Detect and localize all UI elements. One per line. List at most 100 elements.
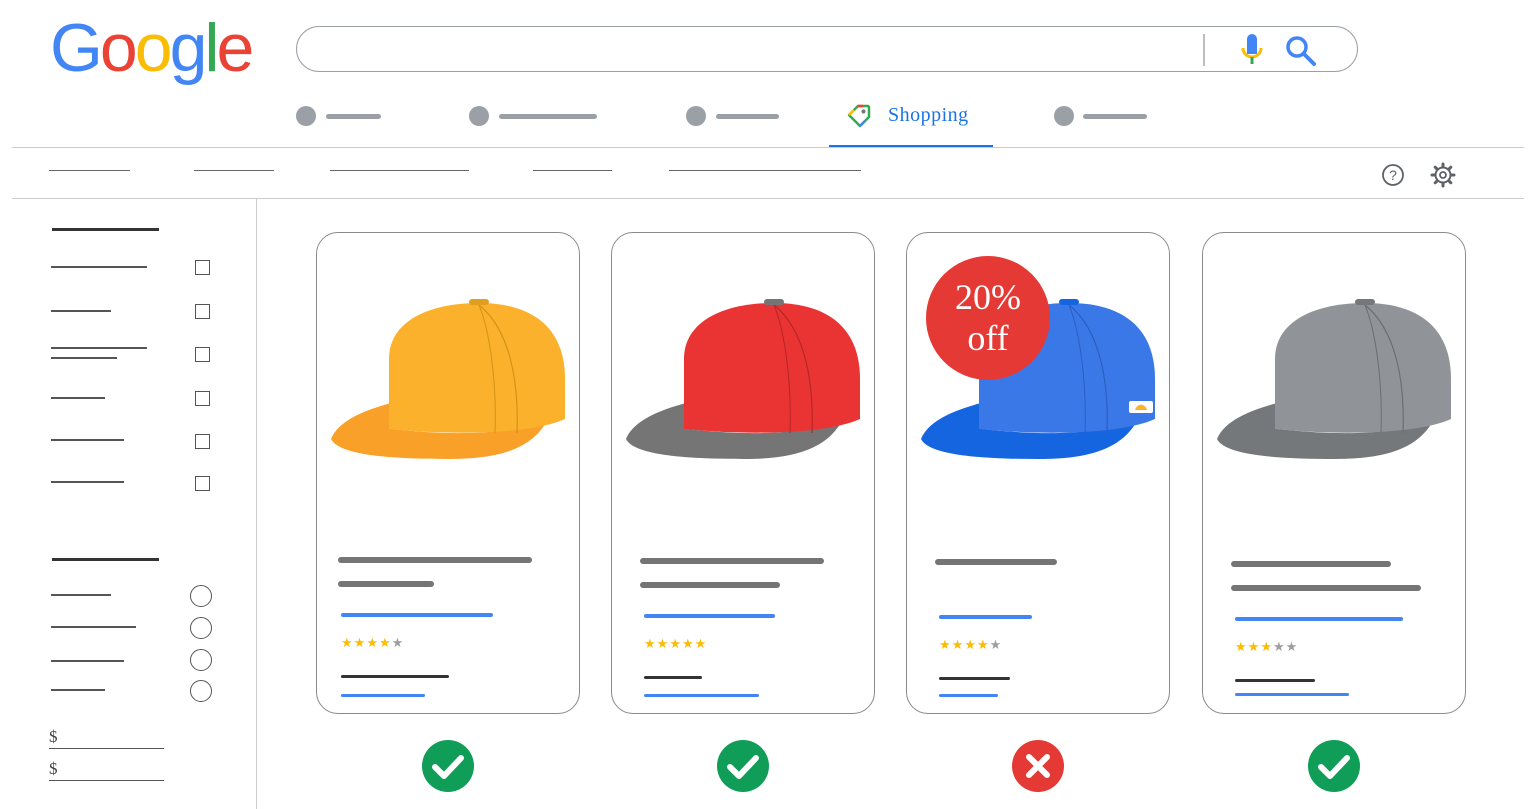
star-icon: ★ bbox=[378, 635, 392, 650]
product-title-line bbox=[935, 559, 1057, 565]
star-icon: ★ bbox=[644, 636, 657, 651]
tab-dot[interactable] bbox=[296, 106, 316, 126]
product-card[interactable]: ★★★★★ bbox=[611, 232, 875, 714]
tab-placeholder[interactable] bbox=[716, 114, 779, 119]
product-link-line[interactable] bbox=[644, 614, 775, 618]
star-icon: ★ bbox=[939, 637, 952, 652]
header-divider bbox=[12, 147, 1524, 148]
star-icon: ★ bbox=[694, 636, 708, 651]
star-icon: ★ bbox=[1285, 639, 1299, 654]
filter-radio[interactable] bbox=[190, 680, 212, 702]
cross-icon bbox=[1012, 740, 1064, 792]
mic-icon[interactable] bbox=[1238, 32, 1266, 68]
check-icon bbox=[717, 740, 769, 792]
filter-checkbox[interactable] bbox=[195, 434, 210, 449]
filter-radio[interactable] bbox=[190, 617, 212, 639]
price-line bbox=[644, 676, 702, 679]
google-logo[interactable]: Google bbox=[50, 14, 254, 82]
merchant-link-line[interactable] bbox=[644, 694, 759, 697]
filter-label bbox=[51, 397, 105, 399]
filter-group-heading bbox=[52, 228, 159, 231]
filter-label bbox=[51, 481, 124, 483]
star-icon: ★ bbox=[1247, 639, 1261, 654]
shopping-tag-icon bbox=[847, 104, 871, 128]
price-max-input[interactable] bbox=[49, 780, 164, 781]
rating-stars: ★★★★★ bbox=[939, 637, 1002, 653]
star-icon: ★ bbox=[964, 637, 977, 652]
star-icon: ★ bbox=[656, 636, 670, 651]
filter-group-heading bbox=[52, 558, 159, 561]
search-input[interactable] bbox=[296, 26, 1358, 72]
logo-letter: e bbox=[216, 10, 255, 86]
logo-letter: o bbox=[99, 10, 138, 86]
tab-placeholder[interactable] bbox=[499, 114, 597, 119]
cap-image bbox=[626, 299, 860, 459]
tab-placeholder[interactable] bbox=[326, 114, 381, 119]
filter-label bbox=[51, 347, 147, 349]
logo-letter: o bbox=[134, 10, 173, 86]
filter-chip[interactable] bbox=[49, 170, 130, 171]
product-card[interactable]: ★★★★★ bbox=[1202, 232, 1466, 714]
gear-icon[interactable] bbox=[1430, 162, 1456, 188]
price-line bbox=[341, 675, 449, 678]
filter-label bbox=[51, 594, 111, 596]
star-icon: ★ bbox=[1260, 639, 1273, 654]
price-min-input[interactable] bbox=[49, 748, 164, 749]
filter-label bbox=[51, 660, 124, 662]
merchant-link-line[interactable] bbox=[939, 694, 998, 697]
merchant-link-line[interactable] bbox=[341, 694, 425, 697]
filter-label bbox=[51, 439, 124, 441]
star-icon: ★ bbox=[341, 635, 354, 650]
price-line bbox=[939, 677, 1010, 680]
logo-letter: g bbox=[169, 10, 208, 86]
product-link-line[interactable] bbox=[341, 613, 493, 617]
search-divider bbox=[1203, 34, 1205, 66]
filter-checkbox[interactable] bbox=[195, 304, 210, 319]
star-icon: ★ bbox=[1272, 639, 1286, 654]
star-icon: ★ bbox=[366, 635, 379, 650]
star-icon: ★ bbox=[976, 637, 990, 652]
toolbar-divider bbox=[12, 198, 1524, 199]
product-title-line bbox=[1231, 585, 1421, 591]
svg-text:?: ? bbox=[1389, 167, 1397, 183]
tab-dot[interactable] bbox=[686, 106, 706, 126]
filter-checkbox[interactable] bbox=[195, 391, 210, 406]
product-card[interactable]: ★★★★★ bbox=[316, 232, 580, 714]
star-icon: ★ bbox=[353, 635, 367, 650]
logo-letter: G bbox=[50, 10, 103, 86]
filter-label bbox=[51, 310, 111, 312]
rating-stars: ★★★★★ bbox=[1235, 639, 1298, 655]
filter-checkbox[interactable] bbox=[195, 347, 210, 362]
discount-percent: 20% bbox=[955, 276, 1021, 317]
product-title-line bbox=[640, 582, 780, 588]
discount-off: off bbox=[967, 318, 1009, 358]
check-icon bbox=[422, 740, 474, 792]
tab-placeholder[interactable] bbox=[1083, 114, 1147, 119]
product-link-line[interactable] bbox=[939, 615, 1032, 619]
filter-radio[interactable] bbox=[190, 585, 212, 607]
help-icon[interactable]: ? bbox=[1380, 162, 1406, 188]
filter-radio[interactable] bbox=[190, 649, 212, 671]
filter-chip[interactable] bbox=[669, 170, 861, 171]
filter-chip[interactable] bbox=[330, 170, 469, 171]
sidebar-divider bbox=[256, 199, 257, 809]
tab-dot[interactable] bbox=[469, 106, 489, 126]
filter-chip[interactable] bbox=[194, 170, 274, 171]
product-link-line[interactable] bbox=[1235, 617, 1403, 621]
product-title-line bbox=[338, 581, 434, 587]
cap-image bbox=[331, 299, 565, 459]
filter-checkbox[interactable] bbox=[195, 260, 210, 275]
search-icon[interactable] bbox=[1284, 34, 1318, 68]
product-title-line bbox=[338, 557, 532, 563]
merchant-link-line[interactable] bbox=[1235, 693, 1349, 696]
product-title-line bbox=[640, 558, 824, 564]
rating-stars: ★★★★★ bbox=[341, 635, 404, 651]
price-max-symbol: $ bbox=[49, 759, 58, 778]
price-line bbox=[1235, 679, 1315, 682]
filter-checkbox[interactable] bbox=[195, 476, 210, 491]
star-icon: ★ bbox=[1235, 639, 1248, 654]
tab-shopping[interactable]: Shopping bbox=[888, 104, 969, 127]
filter-chip[interactable] bbox=[533, 170, 612, 171]
cap-image bbox=[1217, 299, 1451, 459]
tab-dot[interactable] bbox=[1054, 106, 1074, 126]
